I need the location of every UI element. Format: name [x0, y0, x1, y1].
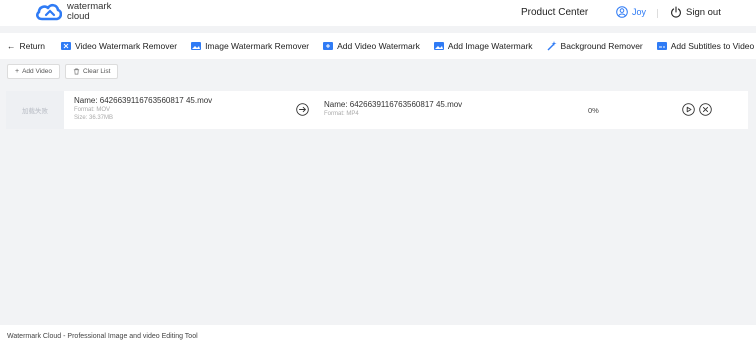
output-file-info: Name: 6426639116763560817 45.mov Format:… — [324, 100, 462, 118]
video-remove-icon — [61, 42, 72, 50]
nav-add-image-watermark[interactable]: Add Image Watermark — [433, 41, 533, 51]
top-header: watermark cloud Product Center Joy Sign … — [0, 0, 756, 26]
footer-text: Watermark Cloud - Professional Image and… — [7, 333, 198, 340]
nav-item-label: Add Image Watermark — [447, 41, 533, 51]
add-video-button[interactable]: + Add Video — [7, 64, 60, 79]
sign-out-button[interactable]: Sign out — [670, 6, 721, 18]
magic-wand-icon — [547, 41, 557, 51]
plus-icon: + — [15, 68, 20, 75]
nav-add-subtitles[interactable]: Add Subtitles to Video — [656, 41, 755, 51]
row-actions — [682, 103, 716, 116]
nav-video-watermark-remover[interactable]: Video Watermark Remover — [61, 41, 177, 51]
nav-item-label: Video Watermark Remover — [75, 41, 178, 51]
source-file-format: Format: MOV — [74, 107, 111, 113]
add-video-label: Add Video — [22, 68, 52, 75]
play-icon[interactable] — [682, 103, 695, 116]
nav-item-label: Background Remover — [560, 41, 643, 51]
progress-percent: 0% — [588, 106, 599, 115]
subtitle-icon — [656, 42, 667, 50]
source-file-name: Name: 6426639116763560817 45.mov — [74, 96, 213, 105]
clear-list-label: Clear List — [82, 68, 111, 75]
source-file-size: Size: 36.37MB — [74, 115, 114, 121]
video-add-icon — [323, 42, 334, 50]
user-menu[interactable]: Joy — [616, 6, 646, 18]
logo[interactable]: watermark cloud — [35, 2, 111, 22]
nav-item-label: Add Video Watermark — [337, 41, 420, 51]
nav-background-remover[interactable]: Background Remover — [547, 41, 643, 51]
image-add-icon — [433, 42, 444, 50]
convert-arrow-icon — [296, 103, 309, 116]
nav-add-video-watermark[interactable]: Add Video Watermark — [323, 41, 420, 51]
trash-icon — [73, 68, 80, 75]
thumbnail-failed-text: 加载失败 — [22, 108, 48, 115]
nav-image-watermark-remover[interactable]: Image Watermark Remover — [191, 41, 309, 51]
file-row: 加载失败 Name: 6426639116763560817 45.mov Fo… — [6, 91, 748, 129]
tool-nav-bar: ← Return Video Watermark Remover Image W… — [0, 33, 756, 59]
user-icon — [616, 6, 628, 18]
image-icon — [191, 42, 202, 50]
return-label: Return — [19, 41, 46, 51]
output-file-format: Format: MP4 — [324, 111, 359, 117]
clear-list-button[interactable]: Clear List — [64, 64, 119, 79]
nav-item-label: Add Subtitles to Video — [670, 41, 755, 51]
list-toolbar: + Add Video Clear List — [7, 64, 123, 79]
power-icon — [671, 6, 681, 18]
footer: Watermark Cloud - Professional Image and… — [0, 325, 756, 341]
video-thumbnail: 加载失败 — [6, 91, 64, 129]
brand-line-2: cloud — [67, 11, 90, 22]
arrow-left-icon: ← — [7, 41, 16, 51]
source-file-info: Name: 6426639116763560817 45.mov Format:… — [74, 96, 212, 122]
return-button[interactable]: ← Return — [7, 41, 45, 51]
close-icon[interactable] — [699, 103, 712, 116]
sign-out-label: Sign out — [686, 6, 721, 18]
brand-name: watermark cloud — [67, 2, 111, 22]
user-name: Joy — [632, 7, 647, 17]
output-file-name: Name: 6426639116763560817 45.mov — [324, 100, 463, 109]
header-divider — [657, 9, 658, 18]
nav-item-label: Image Watermark Remover — [205, 41, 310, 51]
cloud-logo-icon — [36, 3, 62, 21]
product-center-link[interactable]: Product Center — [521, 7, 588, 18]
